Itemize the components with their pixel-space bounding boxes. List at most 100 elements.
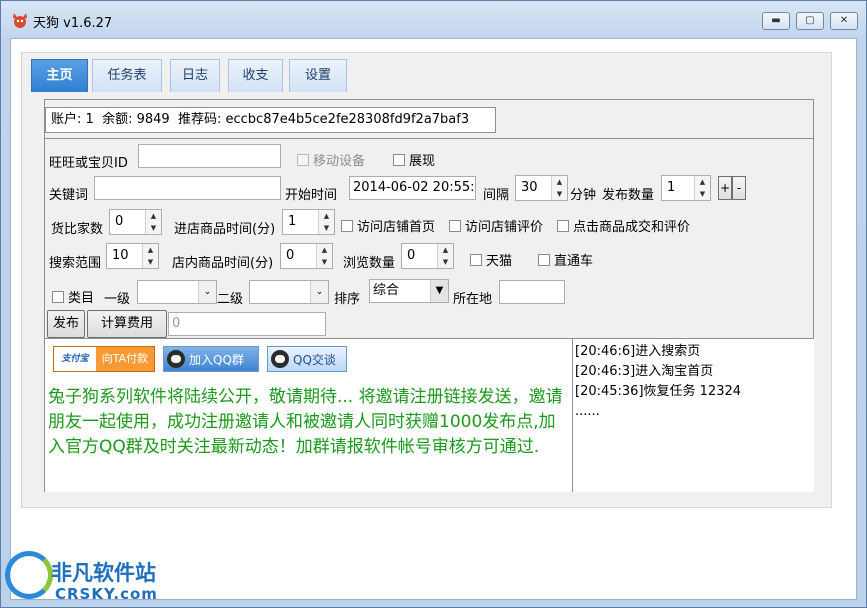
compare-shops-label: 货比家数 (51, 222, 104, 237)
cost-input[interactable]: 0 (168, 312, 326, 336)
sort-select[interactable]: 综合 ▼ (369, 279, 449, 303)
click-deals-checkbox[interactable]: 点击商品成交和评价 (557, 216, 690, 235)
qq-chat-label: QQ交谈 (293, 352, 336, 367)
wangwang-label: 旺旺或宝贝ID (49, 156, 128, 171)
spin-up-icon[interactable]: ▲ (146, 210, 161, 222)
minus-button[interactable]: - (732, 176, 746, 200)
maximize-button[interactable]: ▢ (796, 12, 824, 30)
join-qq-group-button[interactable]: 加入QQ群 (163, 346, 259, 372)
plus-button[interactable]: + (718, 176, 732, 200)
tab-finance[interactable]: 收支 (228, 59, 283, 92)
category-checkbox[interactable]: 类目 (52, 287, 94, 306)
spinner-buttons[interactable]: ▲ ▼ (316, 244, 332, 268)
spin-up-icon[interactable]: ▲ (695, 176, 710, 188)
compare-shops-spinner[interactable]: 0 ▲ ▼ (109, 209, 162, 235)
account-info: 账户: 1 余额: 9849 推荐码: eccbc87e4b5ce2fe2830… (45, 107, 496, 133)
tab-task-list[interactable]: 任务表 (92, 59, 162, 92)
click-deals-label: 点击商品成交和评价 (573, 220, 691, 235)
minimize-button[interactable]: ▬ (762, 12, 790, 30)
publish-button[interactable]: 发布 (47, 310, 85, 338)
visit-reviews-label: 访问店铺评价 (465, 220, 544, 235)
spinner-buttons[interactable]: ▲ ▼ (145, 210, 161, 234)
balance-label: 余额: (102, 112, 133, 127)
browse-count-label: 浏览数量 (343, 256, 396, 271)
search-range-value: 10 (112, 248, 129, 263)
notice-text: 兔子狗系列软件将陆续公开，敬请期待... 将邀请注册链接发送，邀请朋友一起使用，… (48, 387, 563, 457)
title-bar[interactable]: 天狗 v1.6.27 ▬ ▢ ✕ (1, 1, 866, 37)
wangwang-input[interactable] (138, 144, 281, 168)
search-range-spinner[interactable]: 10 ▲ ▼ (106, 243, 159, 269)
search-range-label: 搜索范围 (49, 256, 102, 271)
publish-count-spinner[interactable]: 1 ▲ ▼ (661, 175, 711, 201)
visit-home-checkbox[interactable]: 访问店铺首页 (341, 216, 435, 235)
spin-down-icon[interactable]: ▼ (695, 188, 710, 200)
interval-spinner[interactable]: 30 ▲ ▼ (515, 175, 568, 201)
spin-down-icon[interactable]: ▼ (317, 256, 332, 268)
in-shop-time-spinner[interactable]: 0 ▲ ▼ (280, 243, 333, 269)
show-label: 展现 (409, 154, 436, 169)
alipay-label: 向TA付款 (101, 352, 149, 365)
referral-code: eccbc87e4b5ce2fe28308fd9f2a7baf3 (225, 112, 470, 127)
mobile-device-checkbox[interactable]: 移动设备 (297, 150, 365, 169)
checkbox-box (470, 254, 482, 266)
spin-up-icon[interactable]: ▲ (552, 176, 567, 188)
client-area: 主页 任务表 日志 收支 设置 账户: 1 余额: 9849 推荐码: eccb… (10, 38, 857, 600)
tmall-checkbox[interactable]: 天猫 (470, 250, 512, 269)
in-shop-time-label: 店内商品时间(分) (172, 256, 274, 271)
spin-down-icon[interactable]: ▼ (143, 256, 158, 268)
qq-penguin-icon (271, 350, 289, 368)
window-title: 天狗 v1.6.27 (33, 16, 113, 31)
location-input[interactable] (499, 280, 565, 304)
log-panel[interactable]: [20:46:6]进入搜索页 [20:46:3]进入淘宝首页 [20:45:36… (572, 339, 814, 492)
spinner-buttons[interactable]: ▲ ▼ (437, 244, 453, 268)
in-shop-time-value: 0 (286, 248, 295, 263)
close-button[interactable]: ✕ (830, 12, 858, 30)
alipay-logo: 支付宝 (54, 347, 96, 371)
checkbox-box (449, 220, 461, 232)
tab-settings[interactable]: 设置 (289, 59, 347, 92)
tab-log[interactable]: 日志 (170, 59, 220, 92)
keyword-label: 关键词 (49, 188, 89, 203)
express-checkbox[interactable]: 直通车 (538, 250, 593, 269)
spinner-buttons[interactable]: ▲ ▼ (318, 210, 334, 234)
location-label: 所在地 (453, 292, 493, 307)
start-time-input[interactable]: 2014-06-02 20:55:0 (349, 176, 476, 200)
spin-down-icon[interactable]: ▼ (438, 256, 453, 268)
qq-chat-button[interactable]: QQ交谈 (267, 346, 347, 372)
checkbox-box (341, 220, 353, 232)
spin-up-icon[interactable]: ▲ (438, 244, 453, 256)
spinner-buttons[interactable]: ▲ ▼ (694, 176, 710, 200)
spinner-buttons[interactable]: ▲ ▼ (551, 176, 567, 200)
log-line: [20:46:3]进入淘宝首页 (575, 364, 714, 379)
level2-select[interactable]: ⌄ (249, 280, 329, 304)
visit-home-label: 访问店铺首页 (357, 220, 436, 235)
spin-up-icon[interactable]: ▲ (317, 244, 332, 256)
level1-select[interactable]: ⌄ (137, 280, 217, 304)
visit-reviews-checkbox[interactable]: 访问店铺评价 (449, 216, 543, 235)
enter-time-spinner[interactable]: 1 ▲ ▼ (282, 209, 335, 235)
account-label: 账户: (51, 112, 82, 127)
crsky-logo-icon (5, 551, 53, 599)
dropdown-arrow-icon: ▼ (430, 280, 448, 302)
log-line: [20:46:6]进入搜索页 (575, 344, 701, 359)
show-checkbox[interactable]: 展现 (393, 150, 435, 169)
category-label: 类目 (68, 291, 95, 306)
calculate-cost-button[interactable]: 计算费用 (87, 310, 167, 338)
spin-down-icon[interactable]: ▼ (552, 188, 567, 200)
spin-up-icon[interactable]: ▲ (143, 244, 158, 256)
keyword-input[interactable] (94, 176, 281, 200)
checkbox-box (393, 154, 405, 166)
sort-label: 排序 (334, 292, 361, 307)
tab-home[interactable]: 主页 (31, 59, 88, 92)
start-time-label: 开始时间 (285, 188, 338, 203)
divider (45, 138, 814, 139)
watermark-subtitle: CRSKY.com (55, 585, 158, 603)
browse-count-spinner[interactable]: 0 ▲ ▼ (401, 243, 454, 269)
spinner-buttons[interactable]: ▲ ▼ (142, 244, 158, 268)
spin-down-icon[interactable]: ▼ (319, 222, 334, 234)
enter-time-label: 进店商品时间(分) (174, 222, 276, 237)
spin-up-icon[interactable]: ▲ (319, 210, 334, 222)
alipay-pay-button[interactable]: 支付宝 向TA付款 (53, 346, 155, 372)
spin-down-icon[interactable]: ▼ (146, 222, 161, 234)
log-line: [20:45:36]恢复任务 12324 (575, 384, 742, 399)
